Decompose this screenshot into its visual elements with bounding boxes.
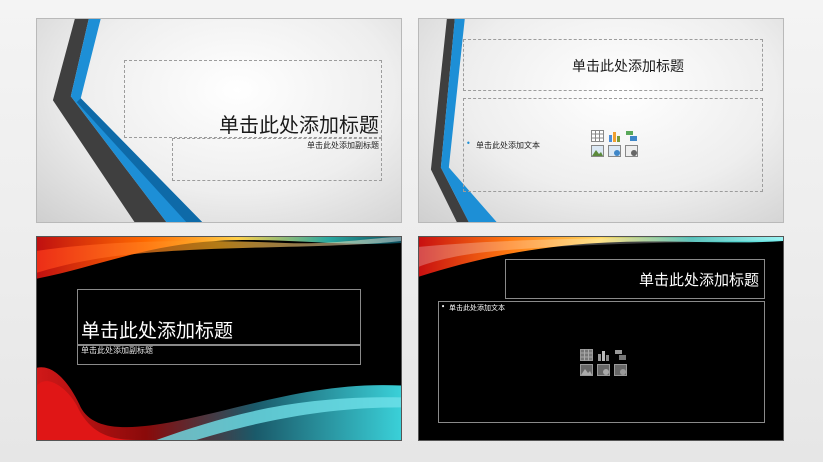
slide-thumbnail-3[interactable]: 单击此处添加标题 单击此处添加副标题: [36, 236, 402, 441]
chart-icon[interactable]: [597, 349, 610, 361]
picture-icon[interactable]: [580, 364, 593, 376]
slide-title: 单击此处添加标题: [638, 271, 759, 289]
slide-thumbnail-2[interactable]: 单击此处添加标题 • 单击此处添加文本: [418, 18, 784, 223]
smartart-icon[interactable]: [625, 130, 638, 142]
slide-title: 单击此处添加标题: [219, 113, 379, 137]
chart-icon[interactable]: [608, 130, 621, 142]
table-icon[interactable]: [591, 130, 604, 142]
smartart-icon[interactable]: [614, 349, 627, 361]
picture-icon[interactable]: [591, 145, 604, 157]
slide-title: 单击此处添加标题: [81, 320, 234, 342]
bullet-marker: •: [441, 303, 446, 311]
video-icon[interactable]: [614, 364, 627, 376]
content-insert-icons: [580, 349, 627, 376]
bullet-marker: •: [466, 139, 471, 148]
slide-subtitle: 单击此处添加副标题: [81, 346, 153, 355]
online-picture-icon[interactable]: [597, 364, 610, 376]
content-insert-icons: [591, 130, 638, 157]
slide-subtitle: 单击此处添加副标题: [307, 141, 379, 150]
slide-title: 单击此处添加标题: [572, 59, 684, 75]
table-icon[interactable]: [580, 349, 593, 361]
video-icon[interactable]: [625, 145, 638, 157]
slide-thumbnail-4[interactable]: 单击此处添加标题 • 单击此处添加文本: [418, 236, 784, 441]
slide-thumbnail-1[interactable]: 单击此处添加标题 单击此处添加副标题: [36, 18, 402, 223]
bullet-text: 单击此处添加文本: [476, 141, 540, 150]
bullet-text: 单击此处添加文本: [449, 304, 505, 312]
online-picture-icon[interactable]: [608, 145, 621, 157]
